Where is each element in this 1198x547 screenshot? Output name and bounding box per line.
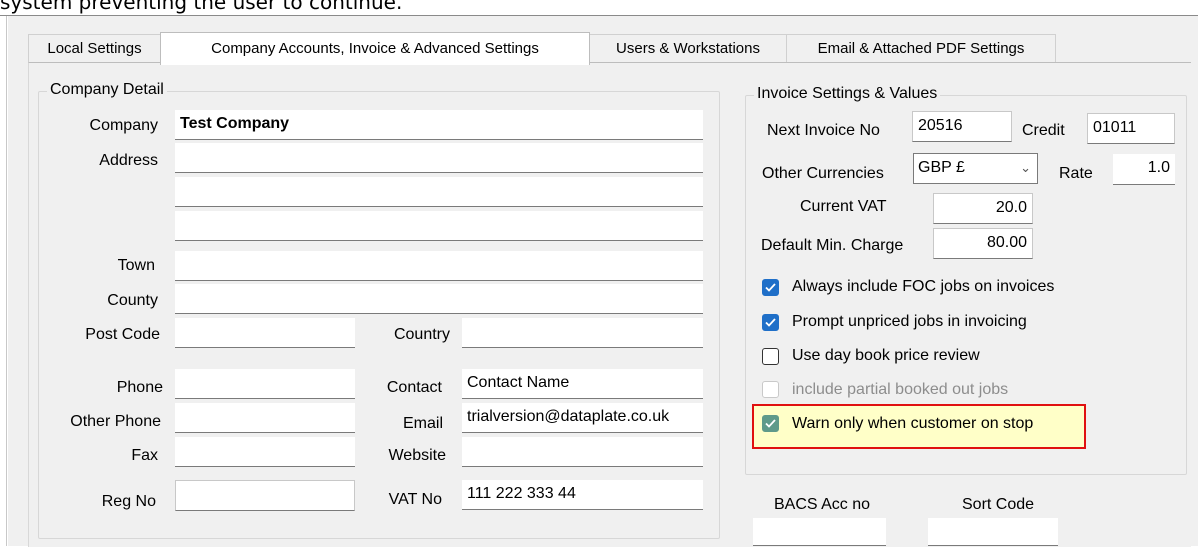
credit-field[interactable]: 01011 <box>1087 113 1175 144</box>
reg-no-field[interactable] <box>175 480 355 511</box>
day-book-checkbox[interactable] <box>762 348 779 365</box>
contact-label: Contact <box>386 379 442 396</box>
fax-label: Fax <box>131 447 158 464</box>
warn-on-stop-checkbox[interactable] <box>762 415 779 432</box>
country-label: Country <box>393 326 450 343</box>
current-vat-field[interactable]: 20.0 <box>933 193 1033 224</box>
currency-dropdown[interactable]: GBP £ ⌄ <box>913 153 1038 184</box>
vat-no-label: VAT No <box>388 491 442 508</box>
address-line-2-field[interactable] <box>175 177 703 207</box>
check-icon <box>765 318 776 327</box>
other-phone-label: Other Phone <box>70 413 161 430</box>
email-label: Email <box>402 415 443 432</box>
country-field[interactable] <box>462 318 703 348</box>
check-icon <box>765 419 776 428</box>
foc-jobs-label: Always include FOC jobs on invoices <box>792 278 1055 295</box>
partial-booked-label: include partial booked out jobs <box>792 381 1009 398</box>
county-label: County <box>107 292 158 309</box>
address-line-3-field[interactable] <box>175 211 703 241</box>
min-charge-label: Default Min. Charge <box>761 237 904 254</box>
postcode-label: Post Code <box>85 326 160 343</box>
current-vat-label: Current VAT <box>800 198 887 215</box>
company-label: Company <box>89 117 158 134</box>
partial-booked-checkbox <box>762 381 779 398</box>
sort-code-label: Sort Code <box>962 496 1035 513</box>
town-field[interactable] <box>175 251 703 281</box>
fax-field[interactable] <box>175 437 355 467</box>
reg-no-label: Reg No <box>101 493 156 510</box>
dialog-edge <box>6 16 7 546</box>
website-field[interactable] <box>462 437 703 467</box>
day-book-label: Use day book price review <box>792 347 980 364</box>
tab-company-accounts[interactable]: Company Accounts, Invoice & Advanced Set… <box>160 32 590 65</box>
tab-users-workstations[interactable]: Users & Workstations <box>589 34 787 63</box>
bacs-label: BACS Acc no <box>774 496 871 513</box>
unpriced-jobs-checkbox[interactable] <box>762 314 779 331</box>
currency-selected: GBP £ <box>918 159 965 176</box>
unpriced-jobs-label: Prompt unpriced jobs in invoicing <box>792 313 1027 330</box>
website-label: Website <box>388 447 446 464</box>
phone-field[interactable] <box>175 369 355 399</box>
foc-jobs-checkbox[interactable] <box>762 279 779 296</box>
tab-local-settings[interactable]: Local Settings <box>28 34 161 63</box>
email-field[interactable]: trialversion@dataplate.co.uk <box>462 403 703 433</box>
invoice-settings-title: Invoice Settings & Values <box>754 85 941 103</box>
next-invoice-label: Next Invoice No <box>767 122 880 139</box>
credit-label: Credit <box>1022 122 1065 139</box>
postcode-field[interactable] <box>175 318 355 348</box>
bacs-field[interactable] <box>753 518 886 546</box>
tab-email-pdf-settings[interactable]: Email & Attached PDF Settings <box>786 34 1056 63</box>
min-charge-field[interactable]: 80.00 <box>933 228 1033 259</box>
phone-label: Phone <box>116 379 163 396</box>
caption-text: system preventing the user to continue. <box>0 0 403 14</box>
company-field[interactable]: Test Company <box>175 110 703 140</box>
address-label: Address <box>99 152 158 169</box>
rate-field[interactable]: 1.0 <box>1113 154 1175 185</box>
town-label: Town <box>117 257 155 274</box>
other-currencies-label: Other Currencies <box>762 165 884 182</box>
county-field[interactable] <box>175 284 703 314</box>
chevron-down-icon: ⌄ <box>1020 160 1031 175</box>
warn-on-stop-label: Warn only when customer on stop <box>792 415 1034 432</box>
check-icon <box>765 283 776 292</box>
contact-field[interactable]: Contact Name <box>462 369 703 399</box>
address-line-1-field[interactable] <box>175 143 703 173</box>
vat-no-field[interactable]: 111 222 333 44 <box>462 480 703 510</box>
other-phone-field[interactable] <box>175 403 355 433</box>
company-detail-title: Company Detail <box>47 81 167 99</box>
rate-label: Rate <box>1059 165 1093 182</box>
next-invoice-field[interactable]: 20516 <box>912 111 1012 142</box>
sort-code-field[interactable] <box>928 518 1058 546</box>
